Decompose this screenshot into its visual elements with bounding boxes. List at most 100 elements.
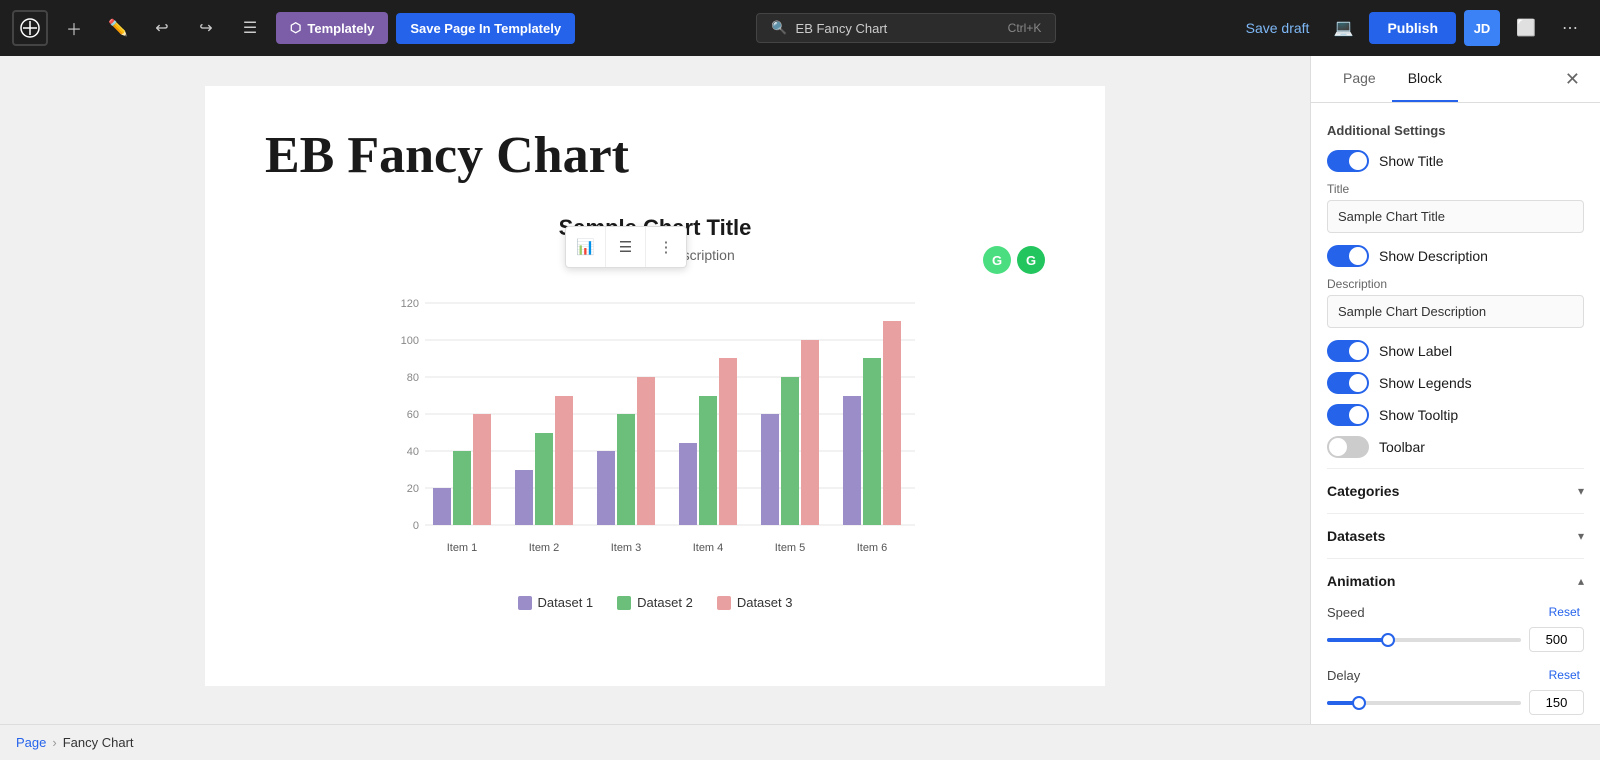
legend-item-dataset2: Dataset 2 bbox=[617, 595, 693, 610]
list-view-button[interactable]: ☰ bbox=[232, 10, 268, 46]
delay-value-input[interactable] bbox=[1529, 690, 1584, 715]
svg-text:70: 70 bbox=[847, 384, 857, 394]
panel-tabs: Page Block ✕ bbox=[1311, 56, 1600, 103]
show-description-toggle[interactable] bbox=[1327, 245, 1369, 267]
tab-block[interactable]: Block bbox=[1392, 56, 1458, 102]
settings-button[interactable]: ⋯ bbox=[1552, 10, 1588, 46]
templately-icon: ⬡ bbox=[290, 20, 301, 36]
more-icon: ⋮ bbox=[659, 238, 674, 256]
show-label-toggle[interactable] bbox=[1327, 340, 1369, 362]
svg-text:100: 100 bbox=[802, 328, 817, 338]
datasets-title: Datasets bbox=[1327, 528, 1385, 544]
speed-label: Speed bbox=[1327, 605, 1365, 620]
publish-label: Publish bbox=[1387, 20, 1438, 36]
chart-icon: 📊 bbox=[576, 238, 595, 256]
breadcrumb-item: Fancy Chart bbox=[63, 735, 134, 750]
svg-text:40: 40 bbox=[407, 446, 419, 458]
search-text: EB Fancy Chart bbox=[796, 21, 1000, 36]
speed-slider-fill bbox=[1327, 638, 1385, 642]
svg-text:30: 30 bbox=[519, 458, 529, 468]
title-input[interactable] bbox=[1327, 200, 1584, 233]
delay-reset-button[interactable]: Reset bbox=[1545, 666, 1584, 684]
svg-text:70: 70 bbox=[703, 384, 713, 394]
svg-text:20: 20 bbox=[407, 483, 419, 495]
edit-button[interactable]: ✏️ bbox=[100, 10, 136, 46]
search-icon: 🔍 bbox=[771, 20, 787, 36]
add-block-button[interactable]: ＋ bbox=[56, 10, 92, 46]
block-align-button[interactable]: ☰ bbox=[606, 227, 646, 267]
animation-section: Animation ▴ Speed Reset bbox=[1327, 558, 1584, 724]
speed-value-input[interactable] bbox=[1529, 627, 1584, 652]
svg-text:60: 60 bbox=[765, 402, 775, 412]
panel-body: Additional Settings Show Title Title Sho… bbox=[1311, 103, 1600, 724]
sidebar-toggle-button[interactable]: ⬜ bbox=[1508, 10, 1544, 46]
ext-icon-2[interactable]: G bbox=[1017, 246, 1045, 274]
show-title-row: Show Title bbox=[1327, 150, 1584, 172]
preview-button[interactable]: 💻 bbox=[1325, 10, 1361, 46]
legend-label-2: Dataset 2 bbox=[637, 595, 693, 610]
templately-button[interactable]: ⬡ Templately bbox=[276, 12, 388, 44]
svg-text:40: 40 bbox=[601, 439, 611, 449]
svg-text:20: 20 bbox=[437, 476, 447, 486]
animation-content: Speed Reset Delay bbox=[1327, 603, 1584, 724]
datasets-header[interactable]: Datasets ▾ bbox=[1327, 514, 1584, 558]
svg-text:60: 60 bbox=[477, 402, 487, 412]
redo-button[interactable]: ↪ bbox=[188, 10, 224, 46]
show-tooltip-toggle[interactable] bbox=[1327, 404, 1369, 426]
svg-text:100: 100 bbox=[401, 335, 419, 347]
show-legends-label: Show Legends bbox=[1379, 375, 1472, 391]
svg-text:Item 5: Item 5 bbox=[775, 542, 806, 554]
svg-text:90: 90 bbox=[867, 346, 877, 356]
animation-header[interactable]: Animation ▴ bbox=[1327, 559, 1584, 603]
breadcrumb-bar: Page › Fancy Chart bbox=[0, 724, 1600, 760]
toolbar-toggle[interactable] bbox=[1327, 436, 1369, 458]
delay-label: Delay bbox=[1327, 668, 1360, 683]
publish-button[interactable]: Publish bbox=[1369, 12, 1456, 44]
save-draft-button[interactable]: Save draft bbox=[1238, 14, 1318, 42]
title-field-label: Title bbox=[1327, 182, 1584, 196]
canvas-area: EB Fancy Chart 📊 ☰ ⋮ G G bbox=[0, 56, 1310, 724]
speed-slider-thumb[interactable] bbox=[1381, 633, 1395, 647]
search-bar[interactable]: 🔍 EB Fancy Chart Ctrl+K bbox=[756, 13, 1056, 43]
panel-close-button[interactable]: ✕ bbox=[1561, 65, 1584, 94]
save-templately-label: Save Page In Templately bbox=[410, 21, 561, 36]
panel-tab-group: Page Block bbox=[1327, 56, 1458, 102]
svg-text:80: 80 bbox=[407, 372, 419, 384]
delay-slider-container bbox=[1327, 701, 1521, 705]
toolbar-row: Toolbar bbox=[1327, 436, 1584, 458]
breadcrumb-page[interactable]: Page bbox=[16, 735, 46, 750]
legend-item-dataset1: Dataset 1 bbox=[518, 595, 594, 610]
svg-text:110: 110 bbox=[885, 309, 900, 319]
speed-reset-button[interactable]: Reset bbox=[1545, 603, 1584, 621]
legend-label-3: Dataset 3 bbox=[737, 595, 793, 610]
ext-icon-1[interactable]: G bbox=[983, 246, 1011, 274]
wp-logo[interactable] bbox=[12, 10, 48, 46]
user-avatar-button[interactable]: JD bbox=[1464, 10, 1500, 46]
delay-slider-track bbox=[1327, 701, 1521, 705]
legend-color-3 bbox=[717, 596, 731, 610]
legend-label-1: Dataset 1 bbox=[538, 595, 594, 610]
animation-chevron: ▴ bbox=[1578, 574, 1584, 588]
main-layout: EB Fancy Chart 📊 ☰ ⋮ G G bbox=[0, 56, 1600, 724]
show-legends-toggle[interactable] bbox=[1327, 372, 1369, 394]
svg-text:Item 4: Item 4 bbox=[693, 542, 724, 554]
legend-color-1 bbox=[518, 596, 532, 610]
delay-slider-thumb[interactable] bbox=[1352, 696, 1366, 710]
description-input[interactable] bbox=[1327, 295, 1584, 328]
save-draft-label: Save draft bbox=[1246, 20, 1310, 36]
save-templately-button[interactable]: Save Page In Templately bbox=[396, 13, 575, 44]
block-chart-icon-button[interactable]: 📊 bbox=[566, 227, 606, 267]
toolbar-right: Save draft 💻 Publish JD ⬜ ⋯ bbox=[1238, 10, 1588, 46]
categories-header[interactable]: Categories ▾ bbox=[1327, 469, 1584, 513]
svg-text:60: 60 bbox=[621, 402, 631, 412]
categories-chevron: ▾ bbox=[1578, 484, 1584, 498]
svg-text:50: 50 bbox=[539, 421, 549, 431]
tab-page[interactable]: Page bbox=[1327, 56, 1392, 102]
block-more-button[interactable]: ⋮ bbox=[646, 227, 686, 267]
breadcrumb-separator: › bbox=[52, 735, 56, 750]
legend-color-2 bbox=[617, 596, 631, 610]
show-label-row: Show Label bbox=[1327, 340, 1584, 362]
legend-item-dataset3: Dataset 3 bbox=[717, 595, 793, 610]
undo-button[interactable]: ↩ bbox=[144, 10, 180, 46]
show-title-toggle[interactable] bbox=[1327, 150, 1369, 172]
